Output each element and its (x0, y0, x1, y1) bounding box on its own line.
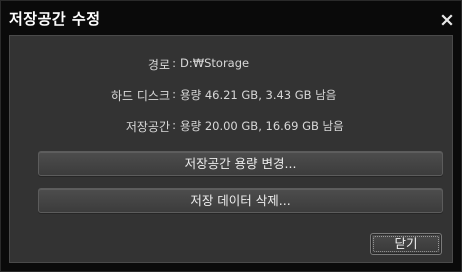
storage-label: 저장공간 (125, 120, 170, 134)
disk-row: 하드 디스크 : 용량 46.21 GB, 3.43 GB 남음 (10, 87, 454, 105)
path-row: 경로 : D:₩Storage (10, 56, 454, 74)
content-panel: 경로 : D:₩Storage 하드 디스크 : 용량 46.21 GB, 3.… (9, 35, 453, 263)
storage-value: 용량 20.00 GB, 16.69 GB 남음 (180, 119, 344, 133)
storage-row: 저장공간 : 용량 20.00 GB, 16.69 GB 남음 (10, 118, 454, 136)
delete-data-button[interactable]: 저장 데이터 삭제... (38, 188, 443, 213)
disk-label: 하드 디스크 (110, 89, 170, 103)
close-button-label: 닫기 (394, 236, 418, 251)
dialog-title: 저장공간 수정 (9, 10, 101, 28)
titlebar: 저장공간 수정 (1, 1, 461, 35)
change-capacity-button[interactable]: 저장공간 용량 변경... (38, 151, 443, 176)
disk-value: 용량 46.21 GB, 3.43 GB 남음 (180, 88, 337, 102)
close-icon[interactable] (441, 11, 453, 26)
path-separator: : (172, 56, 176, 70)
close-button[interactable]: 닫기 (370, 233, 442, 255)
disk-separator: : (172, 87, 176, 101)
path-value: D:₩Storage (180, 56, 250, 70)
path-label: 경로 (147, 58, 170, 72)
storage-separator: : (172, 118, 176, 132)
storage-edit-dialog: 저장공간 수정 경로 : D:₩Storage 하드 디스크 : 용량 46.2… (0, 0, 462, 272)
